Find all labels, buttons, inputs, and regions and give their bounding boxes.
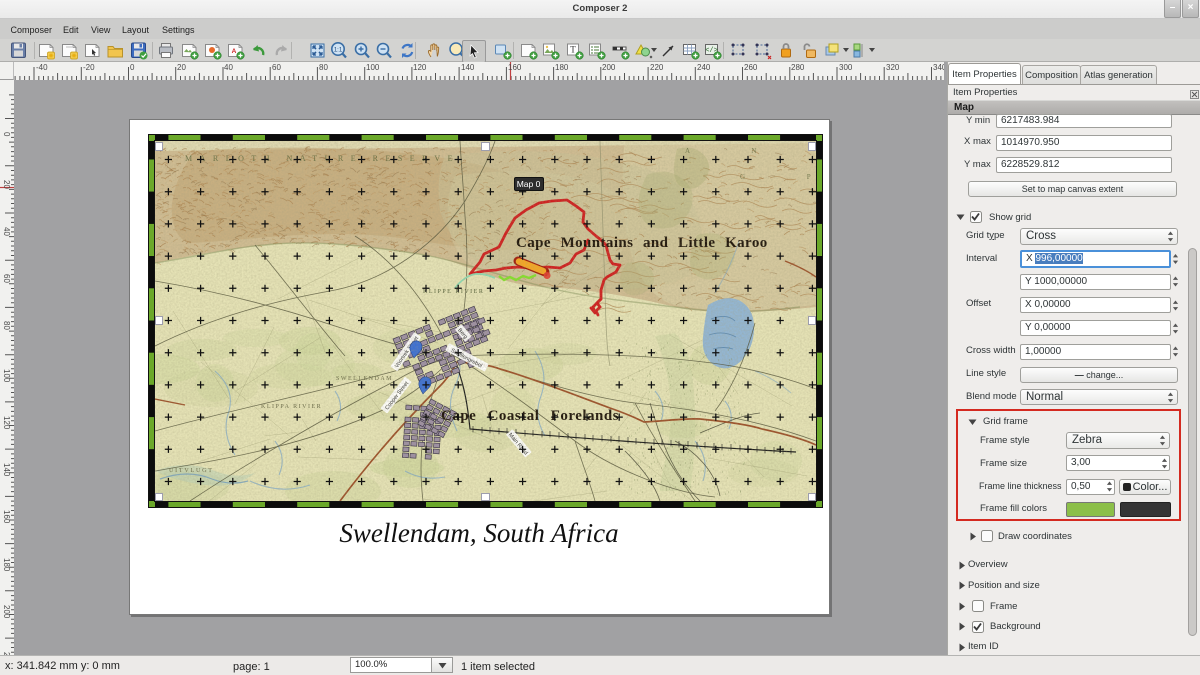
svg-text:1:1: 1:1 (334, 47, 343, 53)
svg-text:A: A (232, 48, 237, 55)
svg-text:T: T (570, 45, 576, 55)
